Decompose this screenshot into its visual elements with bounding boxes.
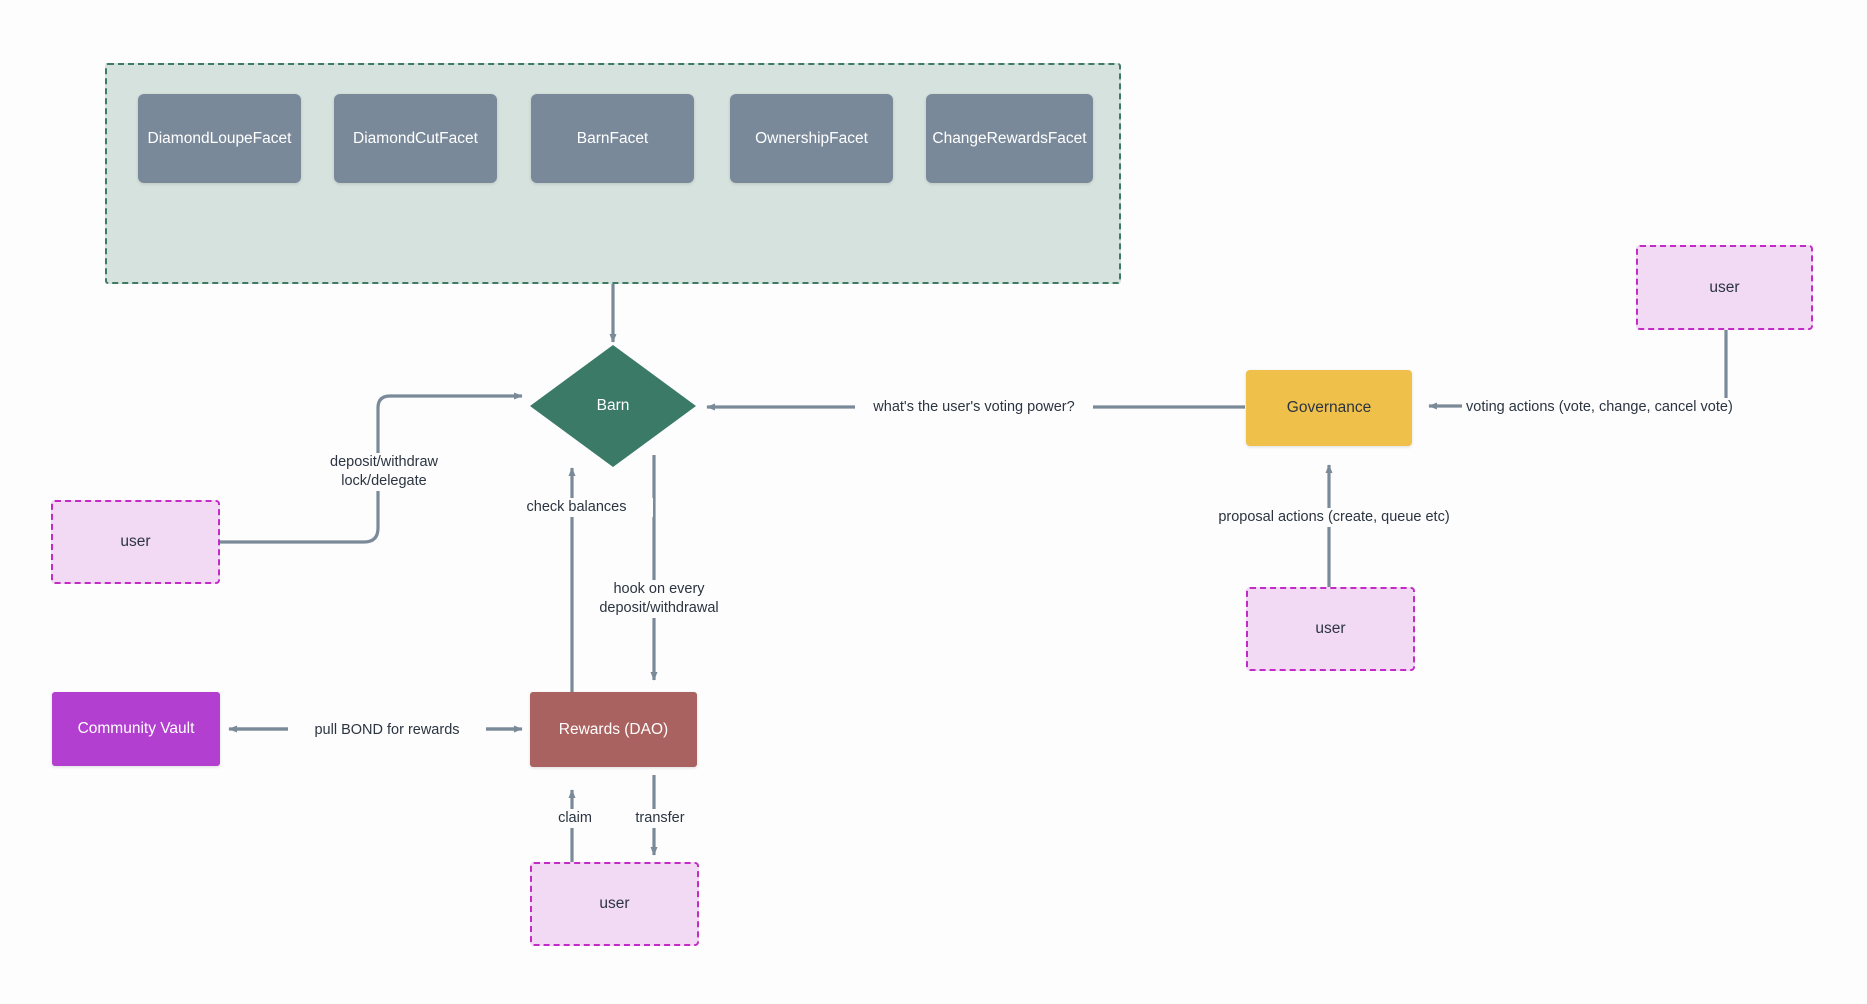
actor-user-governance[interactable]: user — [1246, 587, 1415, 671]
barn-node[interactable]: Barn — [530, 345, 696, 467]
governance-label: Governance — [1286, 399, 1372, 417]
facet-node-ownership[interactable]: OwnershipFacet — [730, 94, 893, 183]
actor-label: user — [1709, 278, 1740, 296]
actor-user-left[interactable]: user — [51, 500, 220, 584]
barn-label: Barn — [596, 397, 630, 414]
edge-label-pull-bond-for-rewards: pull BOND for rewards — [288, 721, 486, 740]
facet-label: ChangeRewardsFacet — [932, 129, 1087, 147]
edge-label-voting-power: what's the user's voting power? — [855, 398, 1093, 417]
facet-label: DiamondLoupeFacet — [147, 129, 292, 147]
edge-label-hook-deposit-withdrawal: hook on every deposit/withdrawal — [575, 580, 743, 618]
actor-label: user — [1315, 620, 1346, 638]
edge-label-voting-actions: voting actions (vote, change, cancel vot… — [1462, 398, 1760, 417]
edge-uservoting-to-governance — [1428, 330, 1728, 410]
facet-label: BarnFacet — [576, 129, 649, 147]
facet-label: OwnershipFacet — [755, 129, 868, 147]
facet-node-diamond-cut[interactable]: DiamondCutFacet — [334, 94, 497, 183]
community-vault-node[interactable]: Community Vault — [52, 692, 220, 766]
edge-label-transfer: transfer — [612, 809, 708, 828]
facet-label: DiamondCutFacet — [353, 129, 478, 147]
edge-label-deposit-withdraw: deposit/withdraw lock/delegate — [310, 453, 458, 491]
rewards-dao-label: Rewards (DAO) — [558, 720, 669, 738]
edge-label-check-balances: check balances — [500, 498, 653, 517]
edge-label-claim: claim — [530, 809, 620, 828]
actor-label: user — [120, 533, 151, 551]
facet-node-change-rewards[interactable]: ChangeRewardsFacet — [926, 94, 1093, 183]
actor-user-voting[interactable]: user — [1636, 245, 1813, 330]
facet-node-diamond-loupe[interactable]: DiamondLoupeFacet — [138, 94, 301, 183]
community-vault-label: Community Vault — [77, 720, 195, 738]
actor-user-bottom[interactable]: user — [530, 862, 699, 946]
actor-label: user — [599, 895, 630, 913]
facet-node-barn[interactable]: BarnFacet — [531, 94, 694, 183]
edge-label-proposal-actions: proposal actions (create, queue etc) — [1194, 508, 1474, 527]
rewards-dao-node[interactable]: Rewards (DAO) — [530, 692, 697, 767]
governance-node[interactable]: Governance — [1246, 370, 1412, 446]
diagram-canvas: DiamondLoupeFacet DiamondCutFacet BarnFa… — [0, 0, 1867, 1004]
